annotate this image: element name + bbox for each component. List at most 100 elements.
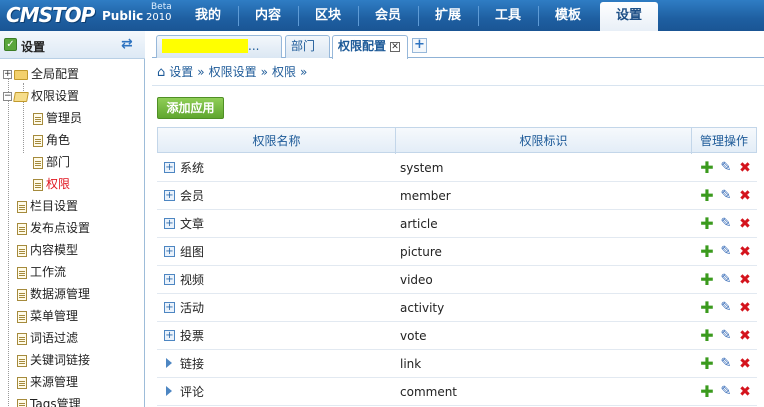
breadcrumb-permission-settings[interactable]: 权限设置 xyxy=(209,65,257,79)
edit-icon[interactable]: ✎ xyxy=(719,160,733,176)
add-tab-icon[interactable]: + xyxy=(412,38,427,53)
tab-label: 部门 xyxy=(291,39,316,53)
sidebar-item-workflow[interactable]: 工作流 xyxy=(17,261,66,283)
sidebar-item-label: 角色 xyxy=(46,133,71,147)
add-icon[interactable]: ✚ xyxy=(700,160,714,176)
sidebar-item-sources[interactable]: 来源管理 xyxy=(17,371,78,393)
permission-code: video xyxy=(400,273,433,287)
sidebar-item-label: 工作流 xyxy=(30,265,67,279)
tab-permission-config[interactable]: 权限配置 ✕ xyxy=(332,35,408,59)
refresh-icon[interactable]: ⇄ xyxy=(121,36,133,52)
folder-icon xyxy=(14,69,28,80)
nav-divider xyxy=(298,6,299,26)
expand-icon[interactable]: + xyxy=(164,218,175,229)
file-icon xyxy=(17,376,27,389)
delete-icon[interactable]: ✖ xyxy=(738,244,752,260)
sidebar-item-departments[interactable]: 部门 xyxy=(33,151,70,173)
delete-icon[interactable]: ✖ xyxy=(738,188,752,204)
delete-icon[interactable]: ✖ xyxy=(738,356,752,372)
permission-name: 投票 xyxy=(180,329,205,343)
caret-right-icon[interactable] xyxy=(166,358,172,368)
table-row: + 会员 member ✚ ✎ ✖ xyxy=(157,182,757,210)
breadcrumb-separator: » xyxy=(197,65,205,79)
breadcrumb-settings[interactable]: 设置 xyxy=(169,65,193,79)
edit-icon[interactable]: ✎ xyxy=(719,188,733,204)
sidebar-item-publish-point[interactable]: 发布点设置 xyxy=(17,217,90,239)
permission-code: system xyxy=(400,161,444,175)
sidebar-item-menu[interactable]: 菜单管理 xyxy=(17,305,78,327)
edit-icon[interactable]: ✎ xyxy=(719,300,733,316)
expand-icon[interactable]: + xyxy=(164,274,175,285)
sidebar-item-permission-settings[interactable]: − 权限设置 xyxy=(3,85,79,107)
permission-code: activity xyxy=(400,301,445,315)
sidebar-item-global-config[interactable]: + 全局配置 xyxy=(3,63,79,85)
breadcrumb-permissions[interactable]: 权限 xyxy=(272,65,296,79)
column-header-name[interactable]: 权限名称 xyxy=(158,128,396,154)
delete-icon[interactable]: ✖ xyxy=(738,384,752,400)
sidebar-item-word-filter[interactable]: 词语过滤 xyxy=(17,327,78,349)
edit-icon[interactable]: ✎ xyxy=(719,244,733,260)
expand-icon[interactable]: + xyxy=(164,162,175,173)
edit-icon[interactable]: ✎ xyxy=(719,272,733,288)
add-icon[interactable]: ✚ xyxy=(700,356,714,372)
add-icon[interactable]: ✚ xyxy=(700,384,714,400)
table-row: + 投票 vote ✚ ✎ ✖ xyxy=(157,322,757,350)
home-icon[interactable]: ⌂ xyxy=(157,59,165,86)
edit-icon[interactable]: ✎ xyxy=(719,384,733,400)
nav-settings[interactable]: 设置 xyxy=(600,2,658,31)
nav-members[interactable]: 会员 xyxy=(360,0,416,31)
nav-extensions[interactable]: 扩展 xyxy=(420,0,476,31)
top-bar: CMSTOP Public Beta 2010 我的 内容 区块 会员 扩展 工… xyxy=(0,0,764,31)
delete-icon[interactable]: ✖ xyxy=(738,300,752,316)
sidebar-item-content-model[interactable]: 内容模型 xyxy=(17,239,78,261)
edit-icon[interactable]: ✎ xyxy=(719,328,733,344)
expand-icon[interactable]: + xyxy=(164,302,175,313)
close-icon[interactable]: ✕ xyxy=(390,41,401,52)
add-icon[interactable]: ✚ xyxy=(700,216,714,232)
add-icon[interactable]: ✚ xyxy=(700,300,714,316)
edit-icon[interactable]: ✎ xyxy=(719,216,733,232)
sidebar-item-tags[interactable]: Tags管理 xyxy=(17,393,81,407)
sidebar-item-admins[interactable]: 管理员 xyxy=(33,107,82,129)
sidebar-item-column-settings[interactable]: 栏目设置 xyxy=(17,195,78,217)
column-header-code[interactable]: 权限标识 xyxy=(396,128,692,154)
file-icon xyxy=(17,398,27,407)
sidebar-item-datasource[interactable]: 数据源管理 xyxy=(17,283,90,305)
delete-icon[interactable]: ✖ xyxy=(738,216,752,232)
tab-bar: ... 部门 权限配置 ✕ + xyxy=(152,33,764,59)
nav-tools[interactable]: 工具 xyxy=(480,0,536,31)
tab-label: ... xyxy=(248,39,260,53)
add-icon[interactable]: ✚ xyxy=(700,272,714,288)
collapse-toggle-icon[interactable]: ✓ xyxy=(4,38,17,51)
nav-blocks[interactable]: 区块 xyxy=(300,0,356,31)
caret-right-icon[interactable] xyxy=(166,386,172,396)
add-icon[interactable]: ✚ xyxy=(700,244,714,260)
permission-name: 评论 xyxy=(180,385,205,399)
edit-icon[interactable]: ✎ xyxy=(719,356,733,372)
sidebar-header: ✓ 设置 ⇄ xyxy=(0,31,145,59)
add-app-button[interactable]: 添加应用 xyxy=(157,97,224,119)
expand-icon[interactable]: + xyxy=(164,330,175,341)
nav-templates[interactable]: 模板 xyxy=(540,0,596,31)
sidebar-item-permissions[interactable]: 权限 xyxy=(33,173,70,195)
nav-content[interactable]: 内容 xyxy=(240,0,296,31)
collapse-icon[interactable]: − xyxy=(3,92,12,101)
delete-icon[interactable]: ✖ xyxy=(738,328,752,344)
tab-redacted[interactable]: ... xyxy=(156,35,282,58)
sidebar-item-keyword-links[interactable]: 关键词链接 xyxy=(17,349,90,371)
nav-my[interactable]: 我的 xyxy=(180,0,236,31)
expand-icon[interactable]: + xyxy=(3,70,12,79)
permission-name: 系统 xyxy=(180,161,205,175)
expand-icon[interactable]: + xyxy=(164,246,175,257)
expand-icon[interactable]: + xyxy=(164,190,175,201)
add-icon[interactable]: ✚ xyxy=(700,188,714,204)
delete-icon[interactable]: ✖ xyxy=(738,160,752,176)
sidebar-item-label: 全局配置 xyxy=(31,67,80,81)
sidebar-item-roles[interactable]: 角色 xyxy=(33,129,70,151)
nav-divider xyxy=(538,6,539,26)
permission-code: article xyxy=(400,217,438,231)
delete-icon[interactable]: ✖ xyxy=(738,272,752,288)
add-icon[interactable]: ✚ xyxy=(700,328,714,344)
table-row: 链接 link ✚ ✎ ✖ xyxy=(157,350,757,378)
tab-departments[interactable]: 部门 xyxy=(285,35,330,58)
